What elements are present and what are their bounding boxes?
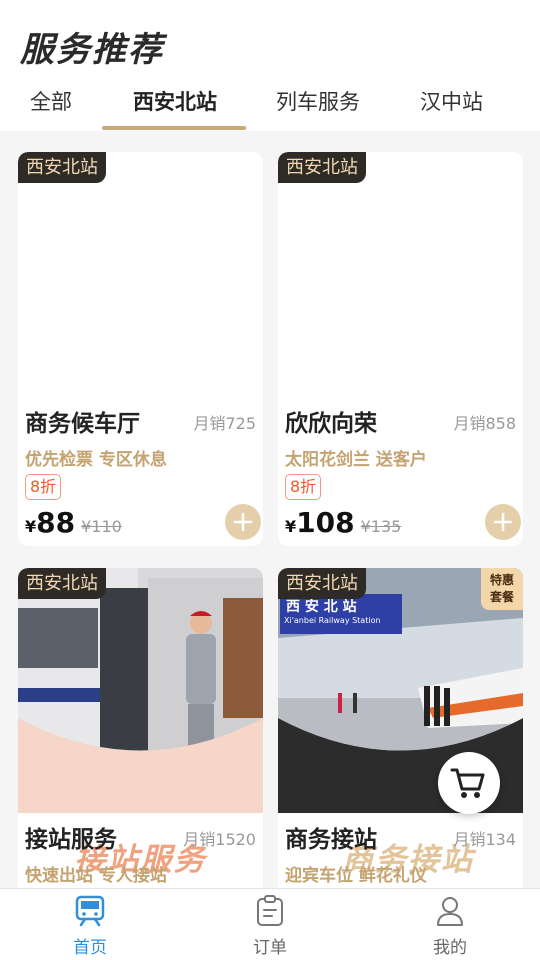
- product-image: [278, 152, 523, 397]
- station-tag: 西安北站: [278, 152, 366, 183]
- product-features: 太阳花剑兰 送客户: [285, 450, 427, 470]
- nav-orders[interactable]: 订单: [180, 889, 360, 960]
- plus-icon: [233, 512, 253, 532]
- station-tag: 西安北站: [18, 152, 106, 183]
- bottom-nav: 首页 订单 我的: [0, 888, 540, 960]
- discount-badge: 8折: [25, 474, 62, 500]
- price-row: ¥88 ¥110: [25, 506, 122, 540]
- station-sign-subtext: Xi'anbei Railway Station: [284, 616, 381, 625]
- special-tag-line-1: 特惠: [489, 573, 514, 587]
- nav-label-profile: 我的: [433, 938, 467, 958]
- add-to-cart-button[interactable]: [485, 504, 521, 540]
- monthly-sales: 月销725: [193, 414, 256, 433]
- nav-profile[interactable]: 我的: [360, 889, 540, 960]
- station-sign-text: 西 安 北 站: [286, 599, 357, 615]
- original-price: ¥135: [360, 517, 402, 536]
- nav-home[interactable]: 首页: [0, 889, 180, 960]
- monthly-sales: 月销1520: [183, 830, 256, 849]
- category-tabs: 全部 西安北站 列车服务 汉中站: [0, 78, 540, 131]
- product-image: [18, 568, 263, 813]
- nav-label-home: 首页: [73, 938, 107, 958]
- discount-badge: 8折: [285, 474, 322, 500]
- tab-train-service[interactable]: 列车服务: [276, 86, 360, 116]
- currency-symbol: ¥: [285, 517, 297, 536]
- active-tab-indicator: [102, 126, 246, 130]
- add-to-cart-button[interactable]: [225, 504, 261, 540]
- currency-symbol: ¥: [25, 517, 37, 536]
- product-features: 优先检票 专区休息: [25, 450, 167, 470]
- plus-icon: [493, 512, 513, 532]
- station-tag: 西安北站: [278, 568, 366, 599]
- tab-all[interactable]: 全部: [30, 86, 72, 116]
- product-card[interactable]: 西安北站 欣欣向荣 月销858 太阳花剑兰 送客户 8折 ¥108 ¥135: [278, 152, 523, 546]
- product-name: 欣欣向荣: [285, 411, 377, 437]
- nav-label-orders: 订单: [253, 938, 287, 958]
- product-card[interactable]: 西 安 北 站 Xi'anbei Railway Station 商务接站 西安…: [278, 568, 523, 898]
- special-tag-line-2: 套餐: [489, 590, 514, 604]
- product-name: 接站服务: [25, 827, 117, 853]
- cart-icon: [450, 768, 485, 798]
- product-card[interactable]: 接站服务 西安北站 接站服务 月销1520 快速出站 专人接站: [18, 568, 263, 898]
- product-image: [18, 152, 263, 397]
- tab-hanzhong[interactable]: 汉中站: [420, 86, 483, 116]
- user-icon: [437, 897, 463, 926]
- product-name: 商务接站: [285, 827, 377, 853]
- tab-xian-north[interactable]: 西安北站: [133, 86, 217, 116]
- product-card[interactable]: 西安北站 商务候车厅 月销725 优先检票 专区休息 8折 ¥88 ¥110: [18, 152, 263, 546]
- special-package-tag: 特惠 套餐: [481, 568, 523, 610]
- price: 108: [296, 506, 355, 539]
- original-price: ¥110: [81, 517, 122, 536]
- monthly-sales: 月销858: [453, 414, 516, 433]
- clipboard-icon: [257, 895, 283, 926]
- train-attendant-photo: [18, 568, 263, 751]
- cart-button[interactable]: [438, 752, 500, 814]
- monthly-sales: 月销134: [453, 830, 516, 849]
- price-row: ¥108 ¥135: [285, 506, 401, 540]
- product-name: 商务候车厅: [25, 411, 140, 437]
- price: 88: [36, 506, 76, 539]
- page-title: 服务推荐: [20, 30, 164, 70]
- station-tag: 西安北站: [18, 568, 106, 599]
- train-icon: [75, 895, 105, 927]
- product-features: 快速出站 专人接站: [25, 866, 167, 886]
- header: 服务推荐 全部 西安北站 列车服务 汉中站: [0, 0, 540, 131]
- product-features: 迎宾车位 鲜花礼仪: [285, 866, 427, 886]
